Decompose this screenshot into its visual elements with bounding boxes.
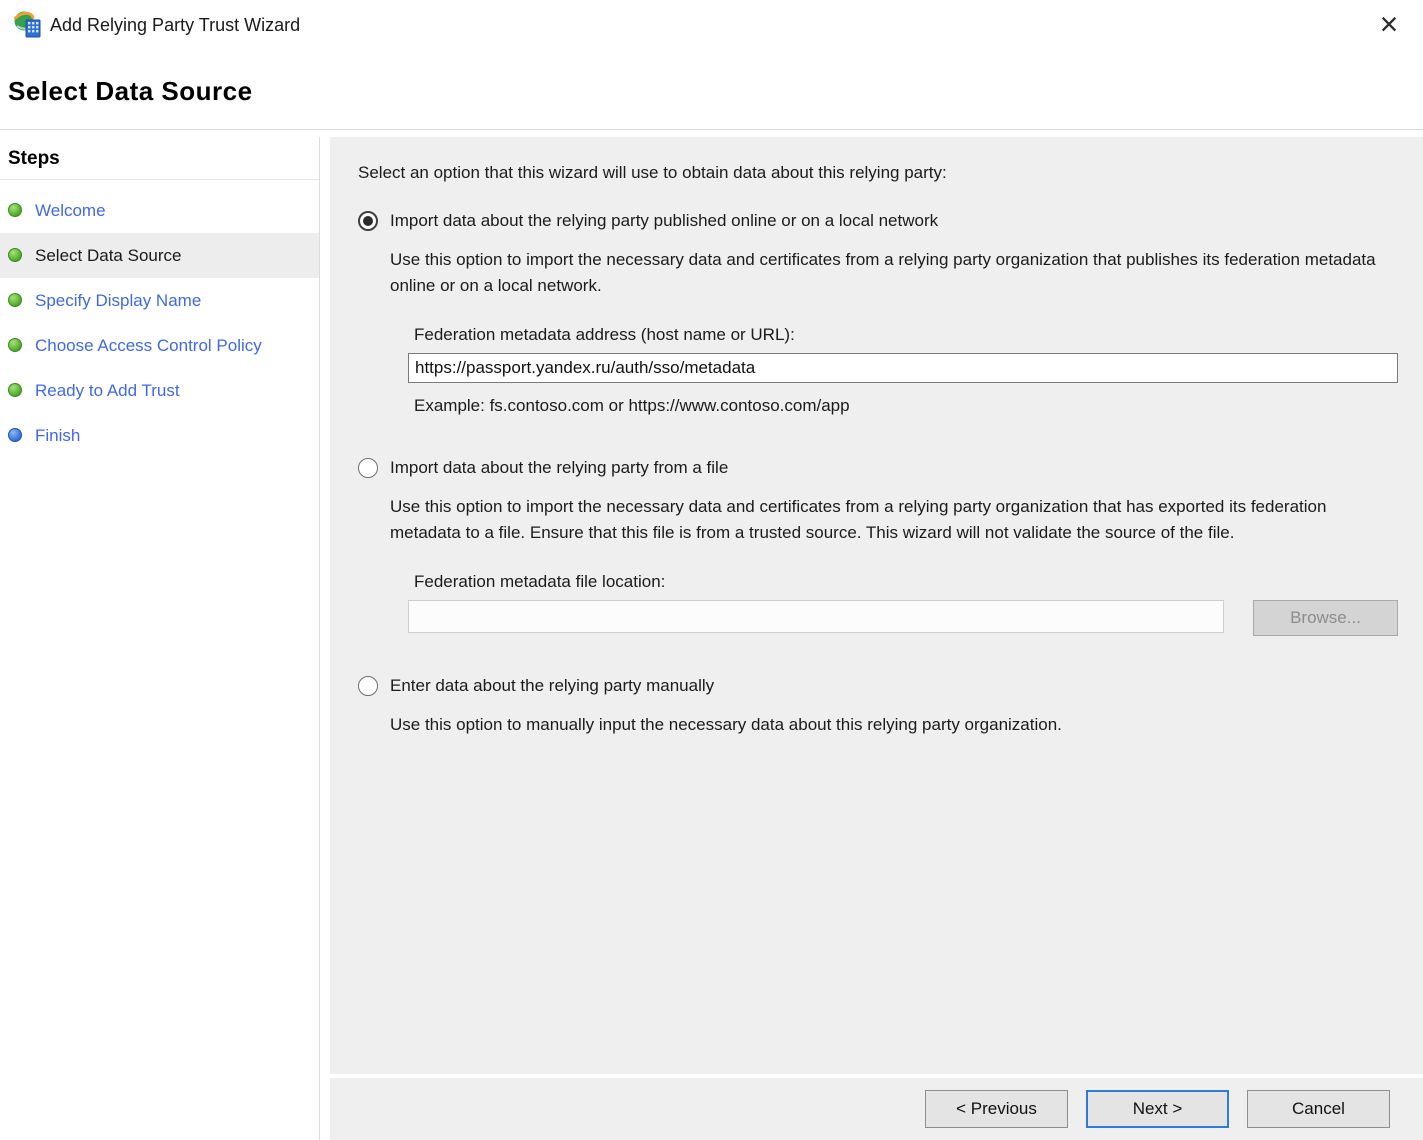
step-label: Choose Access Control Policy bbox=[35, 336, 262, 355]
metadata-address-input[interactable] bbox=[408, 353, 1398, 383]
steps-list: Welcome Select Data Source Specify Displ… bbox=[0, 180, 319, 458]
page-title: Select Data Source bbox=[8, 76, 253, 106]
radio-enter-manually[interactable]: Enter data about the relying party manua… bbox=[358, 676, 1399, 696]
step-specify-display-name[interactable]: Specify Display Name bbox=[0, 278, 319, 323]
radio-selected-icon[interactable] bbox=[358, 211, 378, 231]
radio-import-online[interactable]: Import data about the relying party publ… bbox=[358, 211, 1399, 231]
previous-button[interactable]: < Previous bbox=[925, 1090, 1068, 1128]
metadata-file-input[interactable] bbox=[408, 600, 1224, 633]
footer-button-bar: < Previous Next > Cancel bbox=[330, 1078, 1423, 1140]
import-online-description: Use this option to import the necessary … bbox=[390, 250, 1376, 295]
enter-manually-description: Use this option to manually input the ne… bbox=[390, 715, 1062, 734]
step-done-icon bbox=[8, 383, 22, 397]
radio-unselected-icon[interactable] bbox=[358, 458, 378, 478]
main-content: Select an option that this wizard will u… bbox=[330, 137, 1423, 1074]
close-icon[interactable]: × bbox=[1369, 2, 1409, 46]
metadata-file-label: Federation metadata file location: bbox=[414, 572, 666, 591]
step-finish[interactable]: Finish bbox=[0, 413, 319, 458]
radio-enter-manually-label[interactable]: Enter data about the relying party manua… bbox=[390, 676, 714, 696]
cancel-button[interactable]: Cancel bbox=[1247, 1090, 1390, 1128]
step-label: Specify Display Name bbox=[35, 291, 202, 310]
window-title: Add Relying Party Trust Wizard bbox=[50, 15, 301, 35]
radio-import-online-label[interactable]: Import data about the relying party publ… bbox=[390, 211, 938, 231]
step-label: Ready to Add Trust bbox=[35, 381, 180, 400]
title-bar: Add Relying Party Trust Wizard × bbox=[0, 0, 1423, 50]
step-label: Welcome bbox=[35, 201, 106, 220]
step-welcome[interactable]: Welcome bbox=[0, 188, 319, 233]
metadata-address-label: Federation metadata address (host name o… bbox=[414, 325, 795, 344]
step-done-icon bbox=[8, 338, 22, 352]
intro-text: Select an option that this wizard will u… bbox=[358, 163, 947, 182]
step-label: Finish bbox=[35, 426, 81, 445]
metadata-address-example: Example: fs.contoso.com or https://www.c… bbox=[414, 396, 850, 415]
step-upcoming-icon bbox=[8, 428, 22, 442]
step-done-icon bbox=[8, 203, 22, 217]
radio-import-file[interactable]: Import data about the relying party from… bbox=[358, 458, 1399, 478]
step-done-icon bbox=[8, 293, 22, 307]
metadata-file-row: Browse... bbox=[408, 600, 1399, 636]
step-choose-access-control-policy[interactable]: Choose Access Control Policy bbox=[0, 323, 319, 368]
app-icon bbox=[14, 11, 41, 38]
next-button[interactable]: Next > bbox=[1086, 1090, 1229, 1128]
radio-import-file-label[interactable]: Import data about the relying party from… bbox=[390, 458, 728, 478]
radio-unselected-icon[interactable] bbox=[358, 676, 378, 696]
import-file-description: Use this option to import the necessary … bbox=[390, 497, 1327, 542]
step-select-data-source[interactable]: Select Data Source bbox=[0, 233, 319, 278]
steps-heading: Steps bbox=[0, 137, 319, 180]
header-divider bbox=[0, 129, 1423, 130]
step-label: Select Data Source bbox=[35, 246, 182, 265]
browse-button[interactable]: Browse... bbox=[1253, 600, 1398, 636]
steps-sidebar: Steps Welcome Select Data Source Specify… bbox=[0, 137, 320, 1140]
step-done-icon bbox=[8, 248, 22, 262]
step-ready-to-add-trust[interactable]: Ready to Add Trust bbox=[0, 368, 319, 413]
